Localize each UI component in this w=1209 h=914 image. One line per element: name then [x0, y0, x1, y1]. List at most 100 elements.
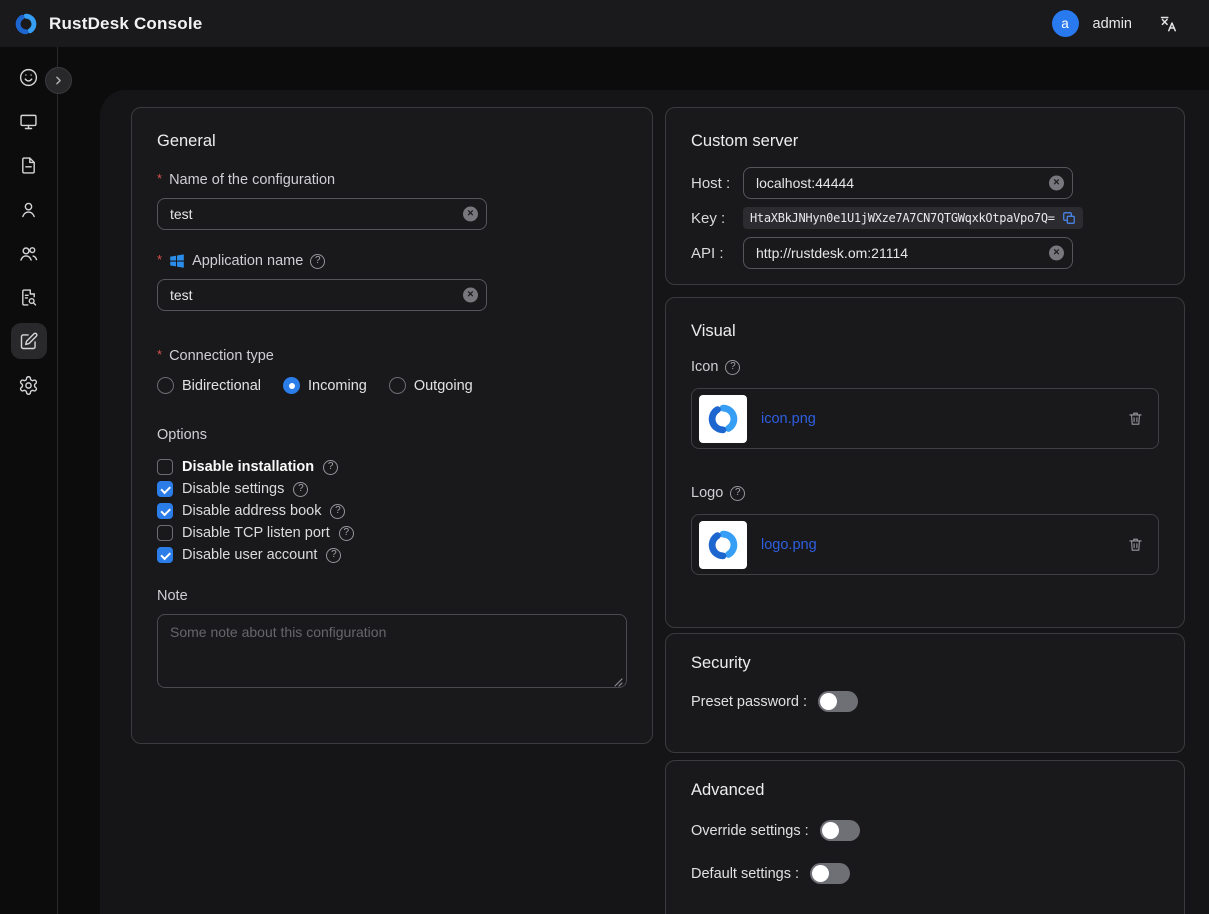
users-icon — [18, 243, 39, 264]
checkbox-box — [157, 459, 173, 475]
top-bar: RustDesk Console a admin — [0, 0, 1209, 47]
note-textarea-wrap — [157, 614, 627, 693]
checkbox-disable-settings[interactable]: Disable settings ? — [157, 481, 627, 497]
help-icon[interactable]: ? — [730, 486, 745, 501]
default-settings-label: Default settings : — [691, 866, 799, 882]
radio-circle-checked — [283, 377, 300, 394]
clear-application-name-icon[interactable]: × — [463, 288, 478, 303]
application-name-input[interactable] — [157, 279, 487, 311]
note-textarea[interactable] — [157, 614, 627, 688]
general-card: General * Name of the configuration × * … — [131, 107, 653, 744]
required-asterisk: * — [157, 347, 162, 362]
clear-config-name-icon[interactable]: × — [463, 207, 478, 222]
help-icon[interactable]: ? — [339, 526, 354, 541]
top-bar-right: a admin — [1052, 10, 1180, 37]
checkbox-box-checked — [157, 481, 173, 497]
rustdesk-console-screen: RustDesk Console a admin — [0, 0, 1209, 914]
key-row: Key : HtaXBkJNHyn0e1U1jWXze7A7CN7QTGWqxk… — [691, 207, 1159, 229]
preset-password-toggle[interactable] — [818, 691, 858, 712]
copy-key-icon[interactable] — [1062, 211, 1076, 225]
key-value: HtaXBkJNHyn0e1U1jWXze7A7CN7QTGWqxkOtpaVp… — [750, 211, 1055, 225]
help-icon[interactable]: ? — [293, 482, 308, 497]
icon-file-row: icon.png — [691, 388, 1159, 449]
edit-icon — [18, 331, 39, 352]
override-settings-toggle[interactable] — [820, 820, 860, 841]
checkbox-box-checked — [157, 503, 173, 519]
api-input[interactable] — [743, 237, 1073, 269]
sidebar-item-custom-client[interactable] — [11, 323, 47, 359]
help-icon[interactable]: ? — [326, 548, 341, 563]
sidebar-item-dashboard[interactable] — [11, 59, 47, 95]
chevron-right-icon — [52, 74, 65, 87]
smile-icon — [18, 67, 39, 88]
default-settings-toggle[interactable] — [810, 863, 850, 884]
checkbox-disable-installation[interactable]: Disable installation ? — [157, 459, 627, 475]
application-name-input-wrap: × — [157, 279, 487, 311]
options-label: Options — [157, 426, 627, 444]
key-chip: HtaXBkJNHyn0e1U1jWXze7A7CN7QTGWqxkOtpaVp… — [743, 207, 1083, 229]
sidebar — [0, 47, 58, 914]
advanced-card-title: Advanced — [691, 781, 1159, 800]
help-icon[interactable]: ? — [323, 460, 338, 475]
logo-label-row: Logo ? — [691, 485, 1159, 501]
checkbox-box — [157, 525, 173, 541]
radio-incoming[interactable]: Incoming — [283, 377, 367, 394]
radio-outgoing[interactable]: Outgoing — [389, 377, 473, 394]
override-settings-row: Override settings : — [691, 820, 1159, 841]
required-asterisk: * — [157, 171, 162, 186]
sidebar-item-settings[interactable] — [11, 367, 47, 403]
avatar[interactable]: a — [1052, 10, 1079, 37]
avatar-initial: a — [1061, 16, 1069, 31]
connection-type-radio-group: Bidirectional Incoming Outgoing — [157, 377, 627, 394]
clear-host-icon[interactable]: × — [1049, 176, 1064, 191]
gear-icon — [18, 375, 39, 396]
visual-card: Visual Icon ? icon.png Logo ? — [665, 297, 1185, 628]
sidebar-expand-button[interactable] — [45, 67, 72, 94]
document-icon — [18, 155, 39, 176]
app-title: RustDesk Console — [49, 14, 202, 34]
delete-icon-file-icon[interactable] — [1127, 410, 1144, 427]
delete-logo-file-icon[interactable] — [1127, 536, 1144, 553]
translate-icon[interactable] — [1158, 13, 1179, 34]
sidebar-item-devices[interactable] — [11, 103, 47, 139]
required-asterisk: * — [157, 252, 162, 267]
sidebar-item-documents[interactable] — [11, 147, 47, 183]
visual-card-title: Visual — [691, 322, 1159, 341]
application-name-label: * Application name ? — [157, 252, 627, 270]
icon-file-link[interactable]: icon.png — [761, 411, 816, 427]
help-icon[interactable]: ? — [330, 504, 345, 519]
windows-logo-icon — [169, 253, 185, 269]
override-settings-label: Override settings : — [691, 823, 809, 839]
sidebar-item-users[interactable] — [11, 191, 47, 227]
preset-password-label: Preset password : — [691, 694, 807, 710]
config-name-input[interactable] — [157, 198, 487, 230]
api-input-wrap: × — [743, 237, 1073, 269]
help-icon[interactable]: ? — [725, 360, 740, 375]
username[interactable]: admin — [1093, 16, 1133, 32]
checkbox-disable-address-book[interactable]: Disable address book ? — [157, 503, 627, 519]
logo-file-link[interactable]: logo.png — [761, 537, 817, 553]
sidebar-item-groups[interactable] — [11, 235, 47, 271]
clear-api-icon[interactable]: × — [1049, 246, 1064, 261]
host-input[interactable] — [743, 167, 1073, 199]
user-icon — [18, 199, 39, 220]
security-card: Security Preset password : — [665, 633, 1185, 753]
api-label: API : — [691, 245, 743, 262]
checkbox-disable-user-account[interactable]: Disable user account ? — [157, 547, 627, 563]
host-row: Host : × — [691, 167, 1159, 199]
radio-circle — [389, 377, 406, 394]
security-card-title: Security — [691, 654, 1159, 673]
checkbox-disable-tcp-listen-port[interactable]: Disable TCP listen port ? — [157, 525, 627, 541]
general-card-title: General — [157, 132, 627, 151]
radio-bidirectional[interactable]: Bidirectional — [157, 377, 261, 394]
host-input-wrap: × — [743, 167, 1073, 199]
document-search-icon — [18, 287, 39, 308]
preset-password-row: Preset password : — [691, 691, 1159, 712]
config-name-label: * Name of the configuration — [157, 171, 627, 189]
sidebar-item-audit[interactable] — [11, 279, 47, 315]
icon-file-thumbnail — [699, 395, 747, 443]
host-label: Host : — [691, 175, 743, 192]
help-icon[interactable]: ? — [310, 254, 325, 269]
logo-file-row: logo.png — [691, 514, 1159, 575]
rustdesk-logo-icon — [13, 11, 39, 37]
